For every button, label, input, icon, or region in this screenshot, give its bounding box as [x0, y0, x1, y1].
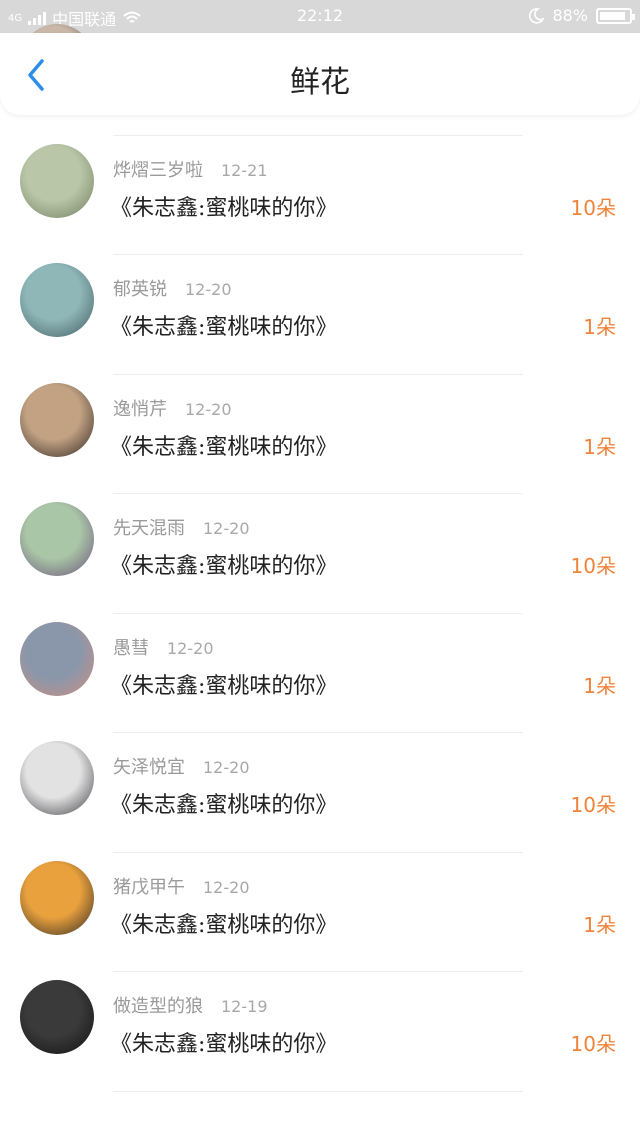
gift-date: 12-20	[203, 877, 250, 897]
flower-count: 1朵	[583, 912, 616, 937]
user-name[interactable]: 逸悄芹	[113, 399, 167, 420]
flower-count: 10朵	[570, 1032, 616, 1056]
song-title[interactable]: 《朱志鑫:蜜桃味的你》	[110, 309, 337, 341]
avatar[interactable]	[20, 980, 94, 1054]
page-title: 鲜花	[290, 65, 350, 100]
gift-date: 12-20	[185, 399, 232, 419]
song-title[interactable]: 《朱志鑫:蜜桃味的你》	[110, 787, 337, 819]
gift-date: 12-20	[203, 519, 250, 538]
song-title[interactable]: 《朱志鑫:蜜桃味的你》	[110, 668, 337, 700]
user-name-line: 郁英锐 12-20	[113, 275, 232, 301]
avatar[interactable]	[20, 263, 94, 337]
avatar[interactable]	[20, 621, 94, 696]
user-name[interactable]: 愚彗	[113, 638, 149, 659]
user-name-line: 做造型的狼 12-19	[113, 992, 268, 1018]
avatar[interactable]	[20, 741, 94, 815]
song-title[interactable]: 《朱志鑫:蜜桃味的你》	[110, 907, 337, 939]
flower-count: 1朵	[583, 673, 616, 698]
user-name[interactable]: 矢泽悦宜	[113, 757, 185, 778]
gift-date: 12-20	[167, 638, 214, 658]
user-name-line: 烨熠三岁啦 12-21	[113, 156, 268, 182]
list-item[interactable]: 郁英锐 12-20 《朱志鑫:蜜桃味的你》 1朵	[0, 255, 640, 375]
user-name-line: 愚彗 12-20	[113, 634, 214, 660]
avatar[interactable]	[20, 502, 94, 576]
song-title[interactable]: 《朱志鑫:蜜桃味的你》	[110, 1026, 337, 1058]
flower-count: 10朵	[570, 195, 616, 220]
header-bar: 鲜花	[0, 33, 640, 115]
list-item[interactable]: 矢泽悦宜 12-20 《朱志鑫:蜜桃味的你》 10朵	[0, 733, 640, 853]
avatar[interactable]	[20, 860, 94, 935]
avatar[interactable]	[20, 382, 94, 457]
flower-count: 1朵	[583, 434, 616, 459]
user-name[interactable]: 猪戊甲午	[113, 877, 185, 898]
list-item[interactable]: 逸悄芹 12-20 《朱志鑫:蜜桃味的你》 1朵	[0, 375, 640, 495]
gift-date: 12-19	[221, 997, 268, 1016]
list-item[interactable]: 做造型的狼 12-19 《朱志鑫:蜜桃味的你》 10朵	[0, 972, 640, 1092]
user-name-line: 猪戊甲午 12-20	[113, 873, 250, 899]
list-item[interactable]: 先天混雨 12-20 《朱志鑫:蜜桃味的你》 10朵	[0, 494, 640, 614]
user-name[interactable]: 先天混雨	[113, 518, 185, 539]
flower-count: 10朵	[570, 554, 616, 578]
user-name[interactable]: 烨熠三岁啦	[113, 160, 203, 181]
list-item[interactable]: 猪戊甲午 12-20 《朱志鑫:蜜桃味的你》 1朵	[0, 853, 640, 973]
avatar[interactable]	[20, 143, 94, 218]
gift-date: 12-21	[221, 160, 268, 180]
gift-date: 12-20	[185, 280, 232, 299]
user-name-line: 逸悄芹 12-20	[113, 395, 232, 421]
list-item[interactable]: 烨熠三岁啦 12-21 《朱志鑫:蜜桃味的你》 10朵	[0, 136, 640, 256]
song-title[interactable]: 《朱志鑫:蜜桃味的你》	[110, 429, 337, 461]
row-divider	[113, 1090, 523, 1092]
song-title[interactable]: 《朱志鑫:蜜桃味的你》	[110, 190, 337, 222]
flower-count: 10朵	[570, 793, 616, 817]
list-item[interactable]: 愚彗 12-20 《朱志鑫:蜜桃味的你》 1朵	[0, 614, 640, 734]
gift-date: 12-20	[203, 758, 250, 777]
flower-count: 1朵	[583, 315, 616, 339]
user-name[interactable]: 郁英锐	[113, 279, 167, 300]
user-name-line: 矢泽悦宜 12-20	[113, 753, 250, 779]
user-name-line: 先天混雨 12-20	[113, 514, 250, 540]
user-name[interactable]: 做造型的狼	[113, 996, 203, 1017]
song-title[interactable]: 《朱志鑫:蜜桃味的你》	[110, 548, 337, 580]
